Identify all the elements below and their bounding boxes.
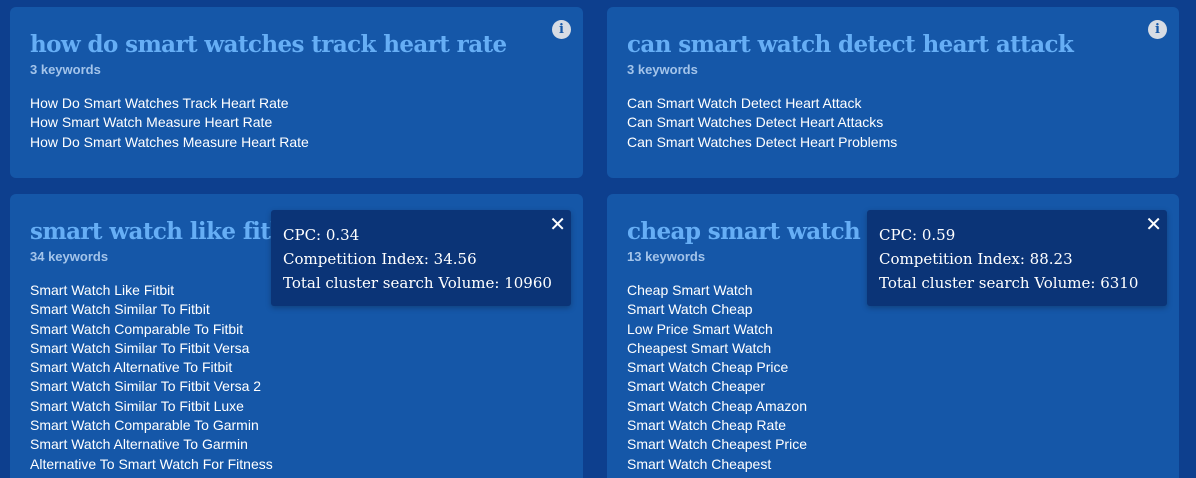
keyword-item: Smart Watch Cheap Rate — [627, 417, 786, 434]
keyword-count: 3 keywords — [627, 62, 698, 77]
cluster-title: how do smart watches track heart rate — [30, 31, 507, 58]
info-icon[interactable]: i — [1148, 20, 1167, 39]
keyword-item: Smart Watch Comparable To Garmin — [30, 417, 259, 434]
search-volume: Total cluster search Volume: 6310 — [879, 274, 1139, 292]
close-icon[interactable]: ✕ — [549, 213, 566, 235]
keyword-item: Smart Watch Cheapest — [627, 455, 772, 472]
keyword-count: 3 keywords — [30, 62, 101, 77]
cluster-card: i how do smart watches track heart rate … — [10, 7, 583, 178]
keyword-item: Smart Watch Comparable To Fitbit — [30, 320, 244, 337]
info-icon[interactable]: i — [552, 20, 571, 39]
keyword-item: Smart Watch Cheap Amazon — [627, 397, 808, 414]
keyword-item: How Do Smart Watches Measure Heart Rate — [30, 133, 309, 150]
keyword-list: How Do Smart Watches Track Heart Rate Ho… — [30, 94, 563, 152]
keyword-item: Smart Watch Cheaper — [627, 378, 765, 395]
search-volume: Total cluster search Volume: 10960 — [283, 274, 552, 292]
cpc-value: CPC: 0.59 — [879, 226, 956, 244]
keyword-item: Can Smart Watch Detect Heart Attack — [627, 95, 862, 111]
keyword-item: Smart Watch Alternative To Garmin — [30, 436, 248, 453]
cluster-title: can smart watch detect heart attack — [627, 31, 1074, 58]
cluster-stats-tooltip: ✕ CPC: 0.34 Competition Index: 34.56 Tot… — [271, 210, 571, 306]
keyword-item: Smart Watch Alternative To Fitbit — [30, 359, 233, 376]
keyword-item: Can Smart Watches Detect Heart Attacks — [627, 114, 884, 131]
cpc-value: CPC: 0.34 — [283, 226, 360, 244]
cluster-stats-tooltip: ✕ CPC: 0.59 Competition Index: 88.23 Tot… — [867, 210, 1167, 306]
cluster-card: i can smart watch detect heart attack 3 … — [607, 7, 1179, 178]
keyword-item: Smart Watch Cheap Price — [627, 359, 789, 376]
keyword-item: How Smart Watch Measure Heart Rate — [30, 114, 273, 131]
keyword-item: Can Smart Watches Detect Heart Problems — [627, 133, 898, 150]
keyword-item: Smart Watch Cheapest Price — [627, 436, 807, 453]
keyword-item: Smart Watch Similar To Fitbit Versa — [30, 339, 250, 356]
keyword-item: Smart Watch Similar To Fitbit Luxe — [30, 397, 244, 414]
competition-index: Competition Index: 34.56 — [283, 250, 477, 268]
competition-index: Competition Index: 88.23 — [879, 250, 1073, 268]
keyword-item: Low Price Smart Watch — [627, 320, 773, 337]
keyword-list: Cheap Smart Watch Smart Watch Cheap Low … — [627, 281, 1159, 474]
close-icon[interactable]: ✕ — [1145, 213, 1162, 235]
keyword-item: Alternative To Smart Watch For Fitness — [30, 455, 273, 472]
keyword-item: Smart Watch Similar To Fitbit Versa 2 — [30, 378, 262, 395]
keyword-item: How Do Smart Watches Track Heart Rate — [30, 95, 289, 111]
cluster-grid: i how do smart watches track heart rate … — [0, 0, 1196, 478]
keyword-list: Can Smart Watch Detect Heart Attack Can … — [627, 94, 1159, 152]
keyword-list: Smart Watch Like Fitbit Smart Watch Simi… — [30, 281, 563, 474]
keyword-item: Cheapest Smart Watch — [627, 339, 772, 356]
